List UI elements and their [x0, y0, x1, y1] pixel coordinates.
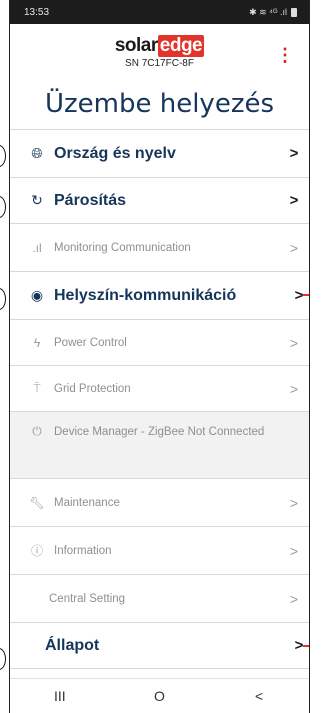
annotation-pointer-line	[303, 645, 309, 647]
app-header: solar edge SN 7C17FC-8F ⋮	[10, 24, 309, 82]
phone-screen: 13:53 ✱ ≋ ⁴ᴳ .ıl solar edge SN 7C17FC-8F …	[9, 0, 310, 713]
back-button[interactable]: <	[229, 688, 289, 704]
status-signal-icons: ✱ ≋ ⁴ᴳ .ıl	[249, 6, 287, 17]
menu-item-label: Monitoring Communication	[54, 241, 191, 254]
menu-item-label: Device Manager - ZigBee Not Connected	[54, 426, 265, 438]
signal-bars-icon: .ıl	[32, 240, 42, 255]
logo-edge-text: edge	[157, 35, 205, 57]
page-title: Üzembe helyezés	[10, 82, 309, 130]
status-time: 13:53	[24, 6, 50, 18]
annotation-callout	[0, 145, 6, 167]
lightning-icon: ϟ	[33, 335, 41, 350]
menu-item-label: Power Control	[54, 336, 127, 349]
menu-item-power-control[interactable]: ϟ Power Control >	[10, 320, 309, 366]
location-pin-icon: ◉	[30, 287, 44, 303]
status-bar: 13:53 ✱ ≋ ⁴ᴳ .ıl	[10, 0, 309, 24]
serial-number: SN 7C17FC-8F	[125, 58, 194, 69]
pairing-icon: ↻	[31, 192, 43, 208]
menu-item-label: Information	[54, 544, 112, 557]
home-button[interactable]: O	[129, 688, 189, 704]
chevron-right-icon: >	[289, 590, 299, 607]
menu-item-label: Helyszín-kommunikáció	[54, 286, 237, 304]
solaredge-logo: solar edge	[10, 35, 309, 57]
chevron-right-icon: >	[289, 192, 299, 209]
info-icon: ⓘ	[30, 544, 43, 558]
menu-item-central-setting[interactable]: Central Setting >	[10, 575, 309, 623]
chevron-right-icon: >	[289, 542, 299, 559]
menu-item-status[interactable]: Állapot >	[10, 623, 309, 669]
logo-solar-text: solar	[114, 35, 158, 56]
menu-item-label: Maintenance	[54, 496, 120, 509]
android-nav-bar: III O <	[10, 678, 309, 713]
recent-apps-button[interactable]: III	[30, 688, 90, 704]
power-tower-icon: ⍑	[33, 381, 41, 395]
wrench-icon: 🔧︎	[29, 495, 45, 510]
globe-icon: 🌐︎	[31, 145, 43, 161]
menu-item-pairing[interactable]: ↻ Párosítás >	[10, 178, 309, 224]
more-options-icon[interactable]: ⋮	[276, 46, 294, 64]
annotation-callout	[0, 288, 6, 310]
menu-item-label: Párosítás	[54, 191, 127, 209]
status-icons: ✱ ≋ ⁴ᴳ .ıl	[249, 7, 297, 18]
chevron-right-icon: >	[289, 494, 299, 511]
menu-item-label: Grid Protection	[54, 382, 131, 395]
chevron-right-icon: >	[289, 334, 299, 351]
annotation-pointer-line	[303, 294, 309, 296]
chevron-right-icon: >	[289, 380, 299, 397]
menu-item-grid-protection[interactable]: ⍑ Grid Protection >	[10, 366, 309, 412]
menu-item-label: Central Setting	[49, 592, 126, 605]
menu-item-information[interactable]: ⓘ Information >	[10, 527, 309, 575]
plug-icon: ⏻	[32, 424, 42, 438]
battery-icon	[291, 7, 297, 17]
menu-item-label: Állapot	[45, 636, 100, 654]
menu-item-monitoring-communication[interactable]: .ıl Monitoring Communication >	[10, 224, 309, 272]
chevron-right-icon: >	[289, 145, 299, 162]
menu-item-device-manager: ⏻ Device Manager - ZigBee Not Connected	[10, 412, 309, 479]
menu-item-site-communication[interactable]: ◉ Helyszín-kommunikáció >	[10, 272, 309, 320]
commissioning-menu: 🌐︎ Ország és nyelv > ↻ Párosítás > .ıl M…	[10, 130, 309, 669]
menu-item-label: Ország és nyelv	[54, 144, 176, 162]
annotation-callout	[0, 648, 6, 670]
chevron-right-icon: >	[289, 239, 299, 256]
annotation-callout	[0, 196, 6, 218]
menu-item-country-language[interactable]: 🌐︎ Ország és nyelv >	[10, 130, 309, 178]
menu-item-maintenance[interactable]: 🔧︎ Maintenance >	[10, 479, 309, 527]
